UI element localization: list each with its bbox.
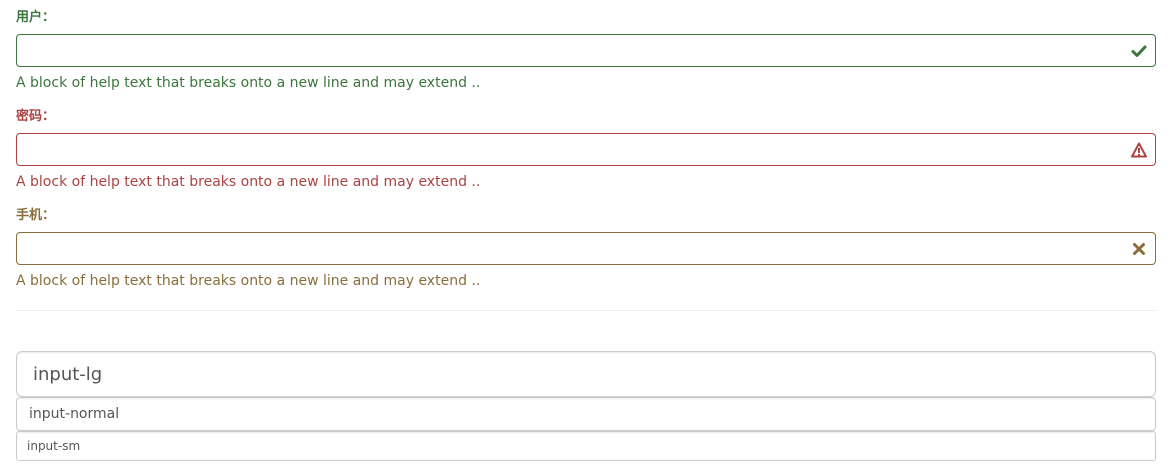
- close-x-icon: [1131, 241, 1147, 257]
- username-input[interactable]: [17, 35, 1155, 66]
- password-input[interactable]: [17, 134, 1155, 165]
- username-help-text: A block of help text that breaks onto a …: [16, 75, 481, 91]
- warning-triangle-icon: [1131, 142, 1147, 158]
- phone-field-wrapper: [16, 232, 1156, 265]
- input-lg-wrapper: [16, 351, 1156, 397]
- password-help-text: A block of help text that breaks onto a …: [16, 174, 481, 190]
- form-container: 用户： A block of help text that breaks ont…: [0, 0, 1175, 475]
- input-sm-wrapper: [16, 431, 1156, 461]
- phone-label: 手机：: [16, 208, 56, 223]
- input-lg-field[interactable]: [17, 352, 1155, 396]
- phone-help-text: A block of help text that breaks onto a …: [16, 273, 481, 289]
- checkmark-icon: [1131, 43, 1147, 59]
- section-divider: [16, 310, 1156, 311]
- input-sm-field[interactable]: [17, 432, 1155, 460]
- password-field-wrapper: [16, 133, 1156, 166]
- input-normal-field[interactable]: [17, 398, 1155, 430]
- input-normal-wrapper: [16, 397, 1156, 431]
- password-label: 密码：: [16, 109, 56, 124]
- username-label: 用户：: [16, 10, 56, 25]
- phone-input[interactable]: [17, 233, 1155, 264]
- username-field-wrapper: [16, 34, 1156, 67]
